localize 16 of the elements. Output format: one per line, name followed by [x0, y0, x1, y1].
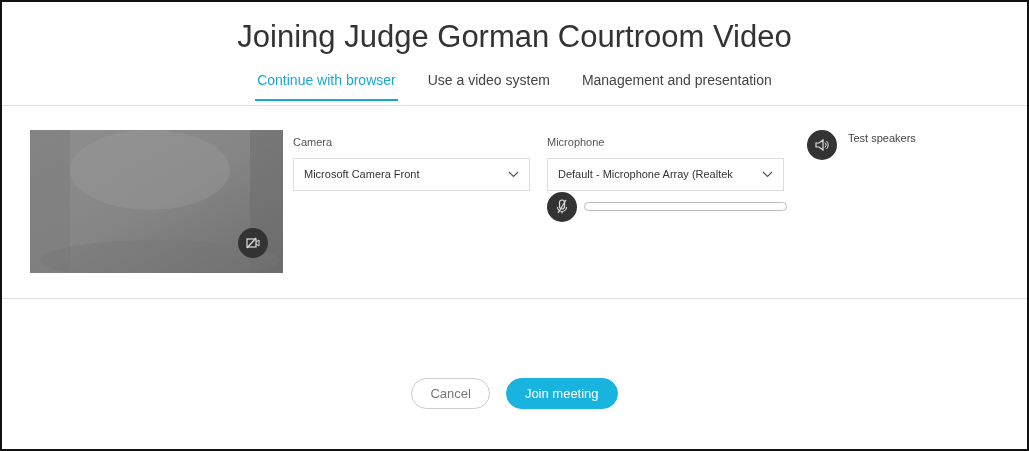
microphone-select[interactable]: Default - Microphone Array (Realtek	[547, 157, 784, 191]
page-title: Joining Judge Gorman Courtroom Video	[236, 18, 793, 56]
chevron-down-icon	[508, 170, 519, 178]
microphone-label: Microphone	[547, 135, 606, 151]
speaker-icon	[815, 139, 829, 152]
cancel-button[interactable]: Cancel	[411, 378, 490, 410]
tab[interactable]: Use a video system	[425, 67, 552, 102]
camera-label: Camera	[293, 135, 334, 151]
mute-button[interactable]	[547, 191, 577, 222]
camera-off-icon	[246, 237, 260, 250]
tab[interactable]: Management and presentation	[579, 67, 774, 102]
microphone-muted-icon	[556, 199, 568, 215]
chevron-down-icon	[762, 170, 773, 178]
camera-select[interactable]: Microsoft Camera Front	[293, 157, 530, 191]
speaker-button[interactable]	[807, 130, 837, 161]
test-speakers-label[interactable]: Test speakers	[848, 130, 916, 147]
